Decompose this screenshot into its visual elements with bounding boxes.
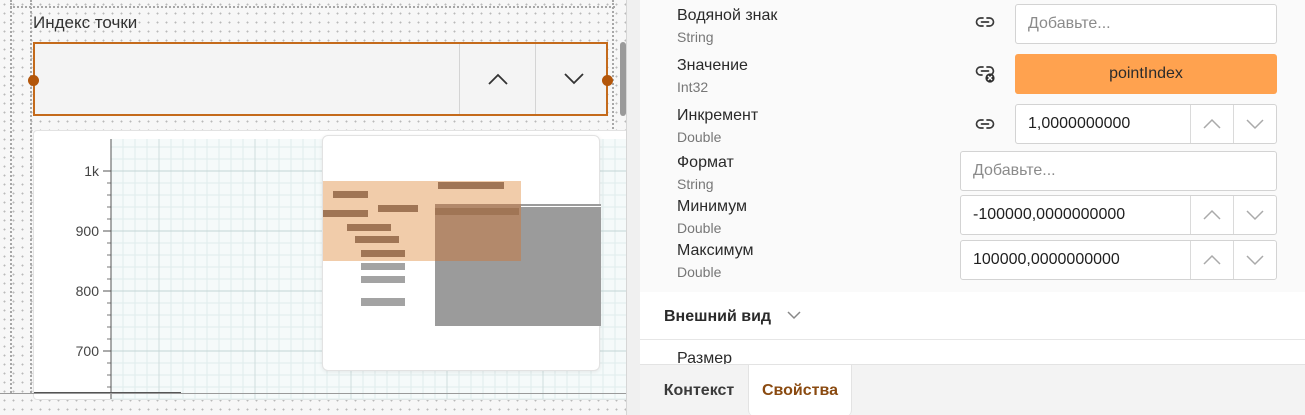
chart-preview-popup xyxy=(322,135,601,371)
chevron-down-icon xyxy=(1246,255,1264,266)
property-name: Водяной знак xyxy=(677,7,778,24)
bar xyxy=(361,276,405,283)
bar xyxy=(347,224,391,231)
increment-up-button[interactable] xyxy=(1190,105,1233,143)
panel-tabs: Контекст Свойства xyxy=(640,364,1305,415)
property-type: Int32 xyxy=(677,79,709,95)
bar xyxy=(361,298,405,306)
bar xyxy=(323,210,368,217)
link-icon[interactable] xyxy=(974,11,996,33)
property-name: Инкремент xyxy=(677,107,759,124)
y-tick-label: 1k xyxy=(84,163,100,179)
bar xyxy=(378,205,418,212)
chevron-up-icon xyxy=(1203,209,1221,220)
bar xyxy=(438,182,504,189)
canvas-scrollbar-track[interactable] xyxy=(626,0,640,415)
maximum-input[interactable]: 100000,0000000000 xyxy=(960,240,1277,280)
property-type: Double xyxy=(677,129,722,145)
watermark-placeholder: Добавьте... xyxy=(1028,15,1111,32)
property-name: Минимум xyxy=(677,198,748,215)
bar xyxy=(333,191,368,198)
watermark-input[interactable]: Добавьте... xyxy=(1015,4,1277,44)
chevron-up-icon xyxy=(1203,118,1221,129)
canvas-guide-line xyxy=(10,0,12,393)
property-type: String xyxy=(677,176,714,192)
maximum-down-button[interactable] xyxy=(1233,241,1276,279)
properties-panel: Водяной знак String Добавьте... Значение… xyxy=(640,0,1305,415)
increment-input[interactable]: 1,0000000000 xyxy=(1015,104,1277,144)
appearance-section-header[interactable]: Внешний вид xyxy=(640,294,1305,340)
y-tick-label: 900 xyxy=(76,223,100,239)
bar xyxy=(361,250,405,257)
resize-handle-right[interactable] xyxy=(602,75,613,86)
increment-down-button[interactable] xyxy=(1233,105,1276,143)
designer-canvas[interactable]: Индекс точки 1k 900 800 700 xyxy=(0,0,640,415)
minimum-input[interactable]: -100000,0000000000 xyxy=(960,195,1277,235)
canvas-guide-line xyxy=(10,6,615,8)
chevron-up-icon xyxy=(487,73,508,85)
spinner-up-button[interactable] xyxy=(459,44,535,114)
chevron-down-icon xyxy=(1246,210,1264,221)
property-name: Максимум xyxy=(677,242,754,259)
chevron-down-icon xyxy=(1246,119,1264,130)
property-type: String xyxy=(677,29,714,45)
link-remove-icon[interactable] xyxy=(974,62,996,84)
chevron-down-icon xyxy=(787,311,801,320)
resize-handle-left[interactable] xyxy=(28,75,39,86)
link-icon[interactable] xyxy=(974,113,996,135)
property-type: Double xyxy=(677,220,722,236)
spinner-value-field[interactable] xyxy=(35,44,459,114)
bar xyxy=(435,208,519,215)
property-name: Формат xyxy=(677,154,734,171)
y-tick-label: 800 xyxy=(76,283,100,299)
canvas-scrollbar-thumb[interactable] xyxy=(620,42,626,116)
chevron-down-icon xyxy=(563,73,584,85)
format-placeholder: Добавьте... xyxy=(973,162,1056,179)
canvas-baseline xyxy=(0,393,628,394)
maximum-value: 100000,0000000000 xyxy=(973,251,1120,268)
tab-properties[interactable]: Свойства xyxy=(748,365,852,415)
minimum-value: -100000,0000000000 xyxy=(973,206,1126,223)
tab-context[interactable]: Контекст xyxy=(650,365,748,415)
chevron-up-icon xyxy=(1203,254,1221,265)
numeric-spinner-widget[interactable] xyxy=(28,42,613,116)
bar xyxy=(355,236,399,243)
property-type: Double xyxy=(677,264,722,280)
bar xyxy=(361,263,405,270)
canvas-guide-line xyxy=(30,0,32,393)
format-input[interactable]: Добавьте... xyxy=(960,151,1277,191)
maximum-up-button[interactable] xyxy=(1190,241,1233,279)
spinner-down-button[interactable] xyxy=(535,44,611,114)
widget-title: Индекс точки xyxy=(33,13,138,32)
value-binding-chip[interactable]: pointIndex xyxy=(1015,54,1277,94)
minimum-up-button[interactable] xyxy=(1190,196,1233,234)
property-name: Значение xyxy=(677,57,748,74)
grey-bar xyxy=(521,206,601,216)
y-tick-label: 700 xyxy=(76,343,100,359)
increment-value: 1,0000000000 xyxy=(1028,115,1131,132)
appearance-section-title: Внешний вид xyxy=(664,308,772,325)
properties-list: Водяной знак String Добавьте... Значение… xyxy=(640,0,1305,292)
minimum-down-button[interactable] xyxy=(1233,196,1276,234)
